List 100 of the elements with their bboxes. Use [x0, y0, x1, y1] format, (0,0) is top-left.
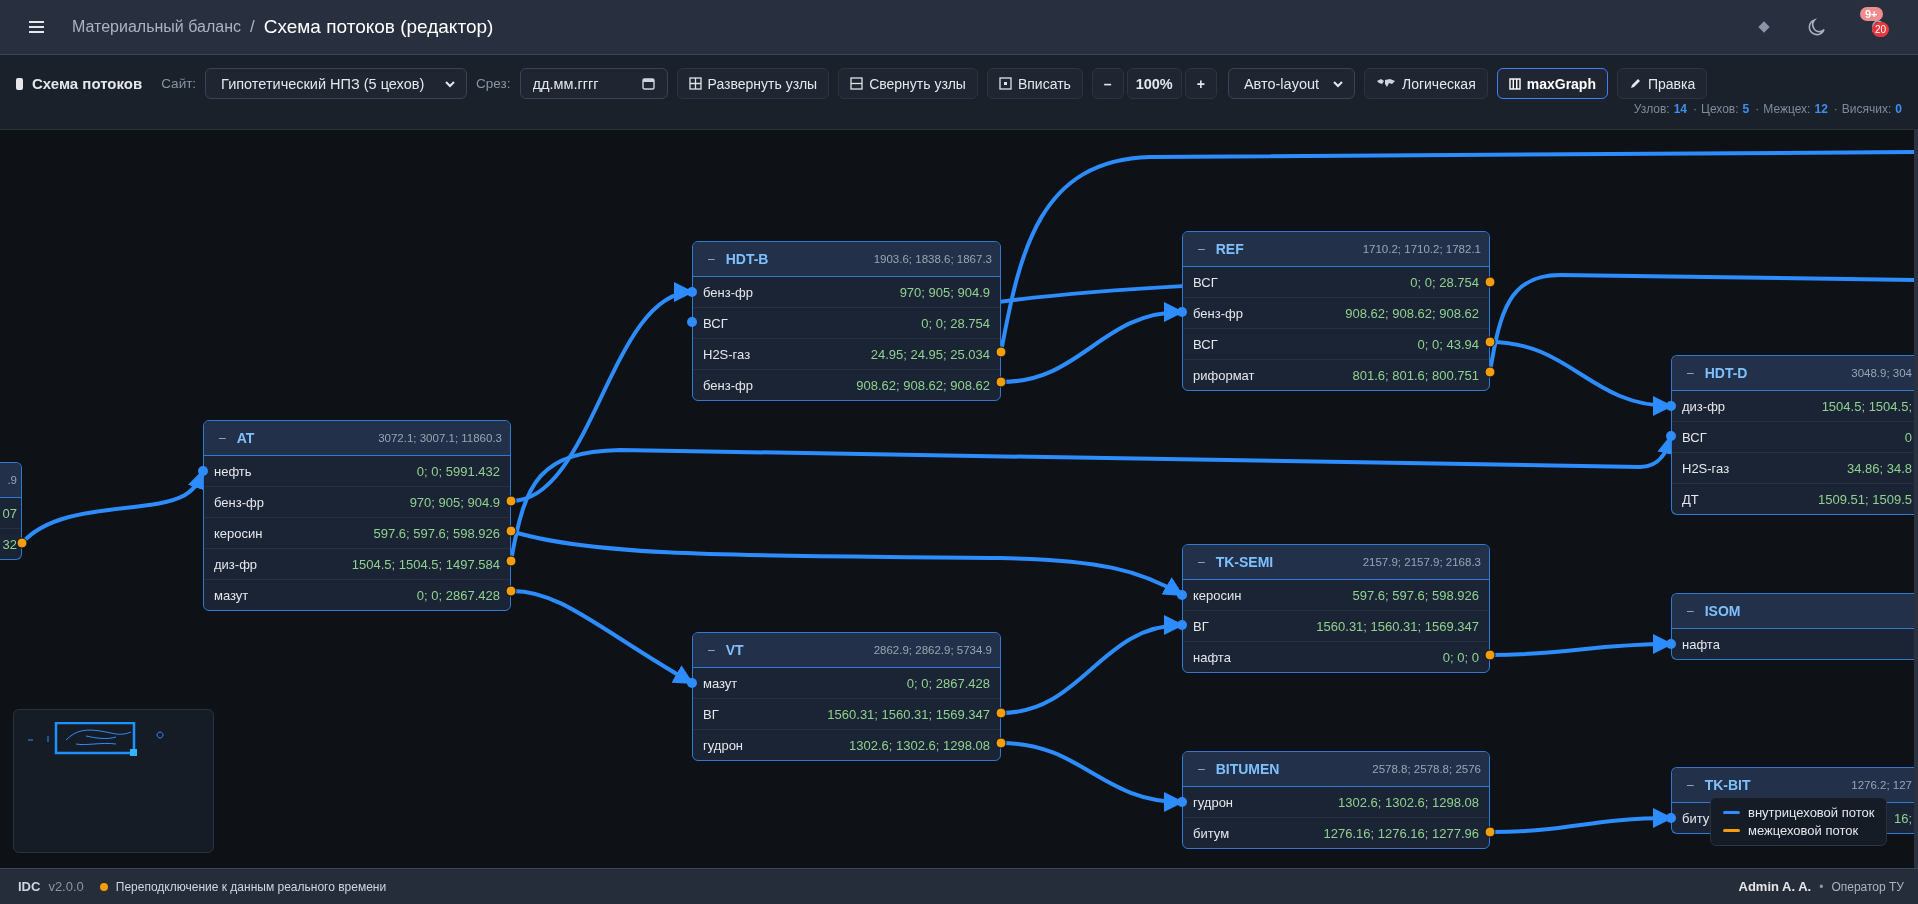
stream-label: мазут: [703, 675, 738, 691]
stats-separator: ·: [1755, 102, 1760, 116]
node-totals: 3072.1; 3007.1; 11860.3: [378, 432, 502, 444]
stat-value: 14: [1673, 102, 1688, 116]
user-separator: •: [1819, 879, 1824, 894]
stat-label: Цехов:: [1701, 102, 1739, 116]
stream-values: 908.62; 908.62; 908.62: [856, 377, 990, 393]
stream-label: H2S-газ: [703, 346, 751, 362]
toolbar-title: Схема потоков: [32, 75, 143, 92]
stream-values: 1504.5; 1504.5;: [1821, 398, 1912, 414]
breadcrumb-separator: /: [250, 17, 255, 37]
stream-values: 1302.6; 1302.6; 1298.08: [849, 737, 990, 753]
stream-values: 1560.31; 1560.31; 1569.347: [1316, 618, 1479, 634]
connection-status: Переподключение к данным реального времени: [115, 879, 387, 894]
node-title: ISOM: [1704, 603, 1741, 619]
node-totals: 2862.9; 2862.9; 5734.9: [873, 644, 992, 656]
stream-values: 34.86; 34.8: [1846, 460, 1912, 476]
stream-values: 0; 0; 2867.428: [906, 675, 990, 691]
stream-label: нафта: [1682, 636, 1720, 652]
stat-value: 12: [1814, 102, 1828, 116]
stats-separator: ·: [1833, 102, 1838, 116]
node-title: HDT-B: [725, 251, 769, 267]
stream-label: риформат: [1193, 367, 1255, 383]
zoom-level: 100%: [1126, 68, 1182, 99]
app-name: IDC: [18, 879, 41, 894]
stream-values: 0: [1904, 429, 1912, 445]
slice-label: Срез:: [476, 76, 511, 91]
legend-label: межцеховой поток: [1748, 823, 1859, 838]
node-totals: 1903.6; 1838.6; 1867.3: [873, 253, 992, 265]
stream-label: битум: [1193, 825, 1230, 841]
stream-values: 07: [2, 505, 17, 521]
stream-label: ВСГ: [1193, 274, 1218, 290]
user-name: Admin A. A.: [1738, 879, 1812, 894]
stream-label: диз-фр: [214, 556, 258, 572]
stream-label: H2S-газ: [1682, 460, 1730, 476]
node-title: AT: [236, 430, 255, 446]
node-title: REF: [1215, 241, 1244, 257]
node-totals: 2578.8; 2578.8; 2576: [1372, 763, 1481, 775]
node-title: VT: [725, 642, 744, 658]
stats-separator: ·: [1693, 102, 1698, 116]
stream-label: ВГ: [703, 706, 719, 722]
node-totals: 2157.9; 2157.9; 2168.3: [1362, 556, 1481, 568]
stream-label: ВГ: [1193, 618, 1209, 634]
stream-label: диз-фр: [1682, 398, 1726, 414]
legend-label: внутрицеховой поток: [1748, 805, 1875, 820]
stream-values: 597.6; 597.6; 598.926: [373, 525, 500, 541]
stream-values: 1560.31; 1560.31; 1569.347: [827, 706, 990, 722]
stream-values: 0; 0; 43.94: [1417, 336, 1479, 352]
stream-label: ВСГ: [703, 315, 728, 331]
node-totals: 1710.2; 1710.2; 1782.1: [1362, 243, 1481, 255]
stream-values: 0; 0; 0: [1442, 649, 1479, 665]
stream-label: ВСГ: [1682, 429, 1707, 445]
stream-values: 1276.16; 1276.16; 1277.96: [1323, 825, 1479, 841]
stream-label: гудрон: [1193, 794, 1234, 810]
node-totals: .9: [7, 474, 17, 486]
node-title: HDT-D: [1704, 365, 1748, 381]
stream-values: 0; 0; 5991.432: [416, 463, 500, 479]
stream-label: бенз-фр: [703, 377, 753, 393]
stream-values: 1302.6; 1302.6; 1298.08: [1338, 794, 1479, 810]
page-title: Схема потоков (редактор): [263, 16, 494, 38]
stream-values: 970; 905; 904.9: [409, 494, 500, 510]
stream-label: бенз-фр: [1193, 305, 1243, 321]
node-title: TK-BIT: [1704, 777, 1751, 793]
stat-label: Межцех:: [1763, 102, 1811, 116]
stream-label: гудрон: [703, 737, 744, 753]
stream-label: керосин: [214, 525, 263, 541]
stream-values: 0; 0; 2867.428: [416, 587, 500, 603]
notification-badge: 9+: [1860, 7, 1883, 21]
stream-values: 1504.5; 1504.5; 1497.584: [351, 556, 500, 572]
stream-values: 801.6; 801.6; 800.751: [1352, 367, 1479, 383]
stream-label: ВСГ: [1193, 336, 1218, 352]
stream-values: 24.95; 24.95; 25.034: [870, 346, 990, 362]
stream-values: 970; 905; 904.9: [899, 284, 990, 300]
stream-label: нафта: [1193, 649, 1231, 665]
stream-values: 16;: [1893, 810, 1912, 826]
stat-label: Висячих:: [1841, 102, 1892, 116]
stream-label: биту: [1682, 810, 1710, 826]
user-role: Оператор ТУ: [1831, 879, 1904, 894]
stream-values: 32: [2, 536, 17, 552]
stream-values: 1509.51; 1509.5: [1818, 491, 1912, 507]
stat-value: 5: [1742, 102, 1750, 116]
node-totals: 3048.9; 304: [1851, 367, 1912, 379]
stream-values: 597.6; 597.6; 598.926: [1352, 587, 1479, 603]
stream-label: керосин: [1193, 587, 1242, 603]
node-title: BITUMEN: [1215, 761, 1280, 777]
stream-label: бенз-фр: [214, 494, 264, 510]
stream-values: 0; 0; 28.754: [921, 315, 990, 331]
node-title: TK-SEMI: [1215, 554, 1274, 570]
notification-count: 20: [1872, 22, 1890, 37]
stat-value: 0: [1895, 102, 1902, 116]
site-label: Сайт:: [161, 76, 197, 91]
stream-values: 0; 0; 28.754: [1410, 274, 1479, 290]
stream-values: 908.62; 908.62; 908.62: [1345, 305, 1479, 321]
stream-label: мазут: [214, 587, 249, 603]
app-version: v2.0.0: [48, 879, 84, 894]
stat-label: Узлов:: [1633, 102, 1670, 116]
node-totals: 1276.2; 127: [1851, 779, 1912, 791]
stream-label: нефть: [214, 463, 252, 479]
stream-label: бенз-фр: [703, 284, 753, 300]
stream-label: ДТ: [1682, 491, 1699, 507]
